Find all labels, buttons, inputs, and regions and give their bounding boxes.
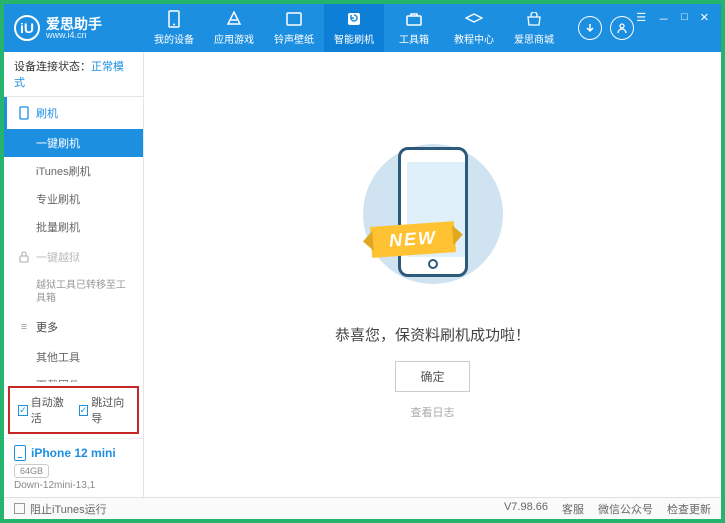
sidebar-item-oneclick-flash[interactable]: 一键刷机 (4, 129, 143, 157)
jailbreak-note: 越狱工具已转移至工具箱 (4, 273, 143, 311)
maximize-icon[interactable]: □ (679, 9, 690, 25)
main-content: NEW 恭喜您，保资料刷机成功啦！ 确定 查看日志 (144, 52, 721, 497)
user-button[interactable] (610, 16, 634, 40)
logo-icon: iU (14, 15, 40, 41)
options-row: ✓自动激活 ✓跳过向导 (8, 386, 139, 434)
ok-button[interactable]: 确定 (395, 361, 469, 392)
menu-icon[interactable]: ☰ (634, 9, 648, 26)
download-button[interactable] (578, 16, 602, 40)
success-illustration: NEW (343, 129, 523, 309)
nav-apps-games[interactable]: 应用游戏 (204, 4, 264, 52)
nav-store[interactable]: 爱思商城 (504, 4, 564, 52)
connection-status: 设备连接状态：正常模式 (4, 52, 143, 97)
checkbox-skip-guide[interactable]: ✓跳过向导 (79, 394, 130, 426)
lock-icon (18, 251, 30, 263)
sidebar-item-itunes-flash[interactable]: iTunes刷机 (4, 157, 143, 185)
menu-icon: ≡ (18, 321, 30, 333)
sidebar-item-pro-flash[interactable]: 专业刷机 (4, 185, 143, 213)
nav-toolbox[interactable]: 工具箱 (384, 4, 444, 52)
new-banner: NEW (370, 221, 456, 258)
sidebar-section-jailbreak[interactable]: 一键越狱 (4, 241, 143, 273)
toolbox-icon (405, 10, 423, 28)
device-firmware: Down-12mini-13,1 (14, 480, 133, 491)
app-url: www.i4.cn (46, 31, 102, 40)
logo[interactable]: iU 爱思助手 www.i4.cn (14, 15, 144, 41)
store-icon (525, 10, 543, 28)
footer: 阻止iTunes运行 V7.98.66 客服 微信公众号 检查更新 (4, 497, 721, 519)
appstore-icon (225, 10, 243, 28)
refresh-icon (345, 10, 363, 28)
sidebar-item-other-tools[interactable]: 其他工具 (4, 343, 143, 371)
nav-tutorials[interactable]: 教程中心 (444, 4, 504, 52)
app-name: 爱思助手 (46, 17, 102, 31)
minimize-icon[interactable]: － (656, 9, 671, 29)
phone-icon (18, 107, 30, 119)
phone-icon (165, 10, 183, 28)
phone-icon (14, 445, 26, 461)
view-log-link[interactable]: 查看日志 (411, 404, 455, 420)
close-icon[interactable]: ✕ (698, 9, 711, 26)
sidebar-section-flash[interactable]: 刷机 (4, 97, 143, 129)
wallpaper-icon (285, 10, 303, 28)
sidebar-item-batch-flash[interactable]: 批量刷机 (4, 213, 143, 241)
app-window: iU 爱思助手 www.i4.cn 我的设备 应用游戏 铃声壁纸 智能刷机 (0, 0, 725, 523)
checkbox-block-itunes[interactable]: 阻止iTunes运行 (14, 501, 107, 517)
footer-link-wechat[interactable]: 微信公众号 (598, 501, 653, 517)
sidebar: 设备连接状态：正常模式 刷机 一键刷机 iTunes刷机 专业刷机 批量刷机 一… (4, 52, 144, 497)
graduation-icon (465, 10, 483, 28)
checkbox-auto-activate[interactable]: ✓自动激活 (18, 394, 69, 426)
device-name: iPhone 12 mini (14, 445, 133, 461)
nav-ringtones[interactable]: 铃声壁纸 (264, 4, 324, 52)
main-nav: 我的设备 应用游戏 铃声壁纸 智能刷机 工具箱 教程中心 (144, 4, 568, 52)
sidebar-item-download-firmware[interactable]: 下载固件 (4, 371, 143, 382)
nav-smart-flash[interactable]: 智能刷机 (324, 4, 384, 52)
footer-link-support[interactable]: 客服 (562, 501, 584, 517)
nav-my-device[interactable]: 我的设备 (144, 4, 204, 52)
success-message: 恭喜您，保资料刷机成功啦！ (335, 324, 530, 345)
device-block[interactable]: iPhone 12 mini 64GB Down-12mini-13,1 (4, 438, 143, 497)
version-label: V7.98.66 (504, 501, 548, 517)
storage-badge: 64GB (14, 464, 49, 478)
titlebar: iU 爱思助手 www.i4.cn 我的设备 应用游戏 铃声壁纸 智能刷机 (4, 4, 721, 52)
footer-link-update[interactable]: 检查更新 (667, 501, 711, 517)
sidebar-section-more[interactable]: ≡ 更多 (4, 311, 143, 343)
window-controls: ☰ － □ ✕ (634, 9, 711, 29)
